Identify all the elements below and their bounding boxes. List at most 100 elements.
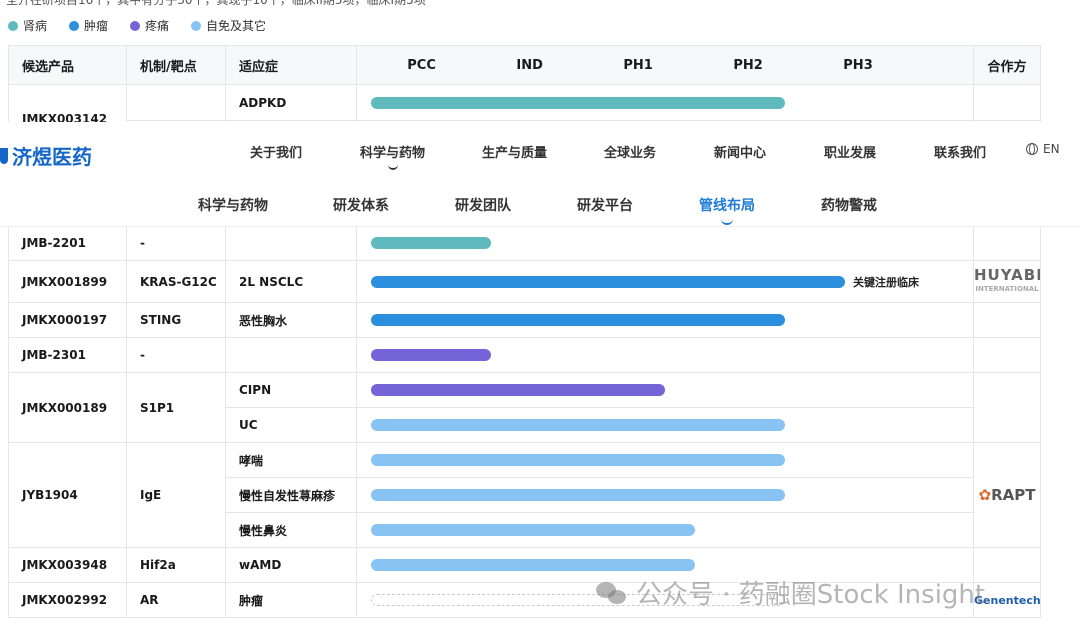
pipeline-table-header: 候选产品 机制/靶点 适应症 PCC IND PH1 PH2 PH3 合作方 J… — [8, 45, 1041, 131]
cell-mechanism: S1P1 — [126, 372, 226, 443]
cell-progress: 关键注册临床 — [356, 260, 974, 303]
rapt-mark-icon: ✿ — [978, 486, 992, 504]
logo-mark-icon — [0, 147, 8, 164]
cell-partner — [973, 337, 1041, 373]
phase-pcc: PCC — [407, 57, 436, 73]
subnav-pipeline[interactable]: 管线布局 — [699, 195, 755, 225]
cell-progress — [356, 372, 974, 408]
cell-product: JMB-2201 — [8, 225, 127, 261]
progress-bar — [371, 349, 491, 361]
table-row: JMKX000189 S1P1 CIPN — [8, 372, 1041, 443]
pipeline-table: JMB-2201 - JMKX001899 KRAS-G12C 2L NSCLC… — [8, 225, 1041, 618]
legend: 肾病 肿瘤 疼痛 自免及其它 — [8, 17, 266, 34]
cell-product: JMKX003948 — [8, 547, 127, 583]
table-row: JMKX001899 KRAS-G12C 2L NSCLC 关键注册临床 HUY… — [8, 260, 1041, 303]
cell-indication: UC — [225, 407, 357, 443]
cell-indication — [225, 337, 357, 373]
cell-partner — [973, 372, 1041, 443]
cell-product: JMKX002992 — [8, 582, 127, 618]
summary-text: 全开在研项目16个，其中有分子30个，其现子10个，临床II期3项，临床I期5项 — [6, 0, 426, 7]
nav-item-global[interactable]: 全球业务 — [604, 142, 656, 161]
progress-bar — [371, 524, 695, 536]
cell-progress — [356, 407, 974, 443]
site-header: 济煜医药 关于我们 科学与药物 生产与质量 全球业务 新闻中心 职业发展 联系我… — [0, 122, 1080, 180]
cell-indication: 慢性鼻炎 — [225, 512, 357, 548]
cell-progress — [356, 302, 974, 338]
nav-item-about[interactable]: 关于我们 — [250, 142, 302, 161]
table-row: JMB-2201 - — [8, 225, 1041, 261]
header-phases: PCC IND PH1 PH2 PH3 — [356, 45, 974, 85]
cell-mechanism: - — [126, 225, 226, 261]
cell-progress — [356, 225, 974, 261]
phase-ph2: PH2 — [733, 57, 763, 73]
subnav-rd-platform[interactable]: 研发平台 — [577, 195, 633, 215]
progress-bar — [371, 454, 785, 466]
partner-subtitle: INTERNATIONAL — [975, 284, 1039, 293]
progress-note: 关键注册临床 — [853, 275, 919, 289]
table-row: JMKX000197 STING 恶性胸水 — [8, 302, 1041, 338]
legend-label: 疼痛 — [145, 19, 170, 33]
cell-partner — [973, 225, 1041, 261]
cell-mechanism: Hif2a — [126, 547, 226, 583]
phase-ph3: PH3 — [843, 57, 873, 73]
cell-mechanism: STING — [126, 302, 226, 338]
cell-indication: 2L NSCLC — [225, 260, 357, 303]
subnav-pharmacovigilance[interactable]: 药物警戒 — [821, 195, 877, 215]
partner-name: RAPT — [991, 486, 1036, 504]
phase-ph1: PH1 — [623, 57, 653, 73]
progress-bar — [371, 314, 785, 326]
nav-item-science[interactable]: 科学与药物 — [360, 142, 425, 170]
legend-dot — [8, 20, 18, 31]
cell-mechanism — [126, 84, 226, 121]
progress-bar — [371, 275, 845, 288]
legend-item-tumor[interactable]: 肿瘤 — [69, 17, 108, 34]
sub-navigation: 科学与药物 研发体系 研发团队 研发平台 管线布局 药物警戒 — [0, 180, 1080, 227]
cell-progress — [356, 337, 974, 373]
cell-product: JYB1904 — [8, 442, 127, 548]
language-switch[interactable]: EN — [1026, 142, 1060, 156]
legend-item-kidney[interactable]: 肾病 — [8, 17, 47, 34]
nav-item-contact[interactable]: 联系我们 — [934, 142, 986, 161]
cell-mechanism: - — [126, 337, 226, 373]
progress-bar — [371, 419, 785, 431]
header-mechanism: 机制/靶点 — [126, 45, 226, 85]
cell-indication: 恶性胸水 — [225, 302, 357, 338]
progress-bar — [371, 96, 785, 109]
cell-indication: wAMD — [225, 547, 357, 583]
cell-indication: 慢性自发性荨麻疹 — [225, 477, 357, 513]
cell-indication: 肿瘤 — [225, 582, 357, 618]
progress-bar — [371, 237, 491, 249]
subnav-rd-system[interactable]: 研发体系 — [333, 195, 389, 215]
header-indication: 适应症 — [225, 45, 357, 85]
partner-logo-rapt: ✿RAPT — [973, 442, 1041, 548]
nav-item-production[interactable]: 生产与质量 — [482, 142, 547, 161]
company-logo[interactable]: 济煜医药 — [0, 141, 92, 170]
subnav-science[interactable]: 科学与药物 — [198, 195, 268, 215]
cell-product: JMKX000197 — [8, 302, 127, 338]
legend-dot — [69, 20, 80, 31]
header-partner: 合作方 — [973, 45, 1041, 85]
cell-mechanism: AR — [126, 582, 226, 618]
progress-bar — [371, 559, 695, 571]
cell-product: JMB-2301 — [8, 337, 127, 373]
cell-indication — [225, 225, 357, 261]
subnav-rd-team[interactable]: 研发团队 — [455, 195, 511, 215]
partner-logo-huyabio: HUYABIOINTERNATIONAL — [973, 260, 1041, 303]
cell-indication: ADPKD — [225, 84, 357, 121]
watermark: 公众号 · 药融圈Stock Insight — [596, 574, 985, 611]
legend-item-pain[interactable]: 疼痛 — [130, 17, 169, 34]
logo-text: 济煜医药 — [12, 145, 92, 169]
nav-item-news[interactable]: 新闻中心 — [714, 142, 766, 161]
partner-name: HUYABIO — [974, 265, 1040, 284]
legend-item-immune[interactable]: 自免及其它 — [191, 17, 266, 34]
header-product: 候选产品 — [8, 45, 127, 85]
legend-dot — [191, 20, 202, 31]
legend-label: 自免及其它 — [206, 19, 267, 33]
progress-bar — [371, 489, 785, 501]
nav-item-careers[interactable]: 职业发展 — [824, 142, 876, 161]
cell-partner — [973, 302, 1041, 338]
cell-indication: 哮喘 — [225, 442, 357, 478]
cell-progress — [356, 477, 974, 513]
phase-ind: IND — [516, 57, 543, 73]
legend-label: 肿瘤 — [84, 19, 109, 33]
